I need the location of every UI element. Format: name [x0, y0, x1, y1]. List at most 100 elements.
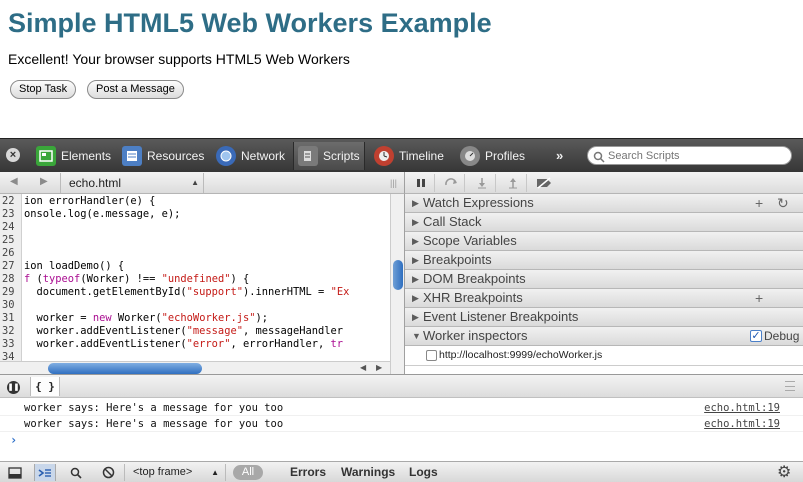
- pane-event-listener-breakpoints[interactable]: ▶ Event Listener Breakpoints: [405, 308, 803, 327]
- triangle-right-icon[interactable]: ▶: [412, 194, 419, 212]
- worker-list-item[interactable]: http://localhost:9999/echoWorker.js: [405, 346, 803, 365]
- triangle-right-icon[interactable]: ▶: [412, 251, 419, 269]
- inspect-icon[interactable]: [66, 464, 86, 481]
- back-arrow-icon[interactable]: ◀: [10, 176, 18, 187]
- tab-label: Elements: [61, 149, 112, 163]
- filter-logs[interactable]: Logs: [409, 465, 438, 480]
- pane-title: DOM Breakpoints: [423, 271, 526, 286]
- console-source-link[interactable]: echo.html:19: [704, 416, 780, 432]
- debugger-controls: [404, 172, 803, 194]
- triangle-right-icon[interactable]: ▶: [412, 232, 419, 250]
- code-vertical-scrollbar[interactable]: [390, 194, 404, 374]
- line-number[interactable]: 22: [2, 195, 20, 208]
- checkbox-checked-icon[interactable]: ✓: [750, 330, 762, 342]
- line-number[interactable]: 28: [2, 273, 20, 286]
- code-token: "support": [186, 286, 243, 298]
- code-horizontal-scrollbar[interactable]: ◀ ▶: [0, 361, 390, 374]
- pane-call-stack[interactable]: ▶ Call Stack: [405, 213, 803, 232]
- pane-scope-variables[interactable]: ▶ Scope Variables: [405, 232, 803, 251]
- search-scripts-field[interactable]: [587, 146, 792, 165]
- status-bar: <top frame> ▲▼ All Errors Warnings Logs …: [0, 461, 803, 482]
- line-number[interactable]: 26: [2, 247, 20, 260]
- post-message-button[interactable]: Post a Message: [87, 80, 184, 99]
- pane-dom-breakpoints[interactable]: ▶ DOM Breakpoints: [405, 270, 803, 289]
- pane-resize-handle[interactable]: |||: [390, 178, 397, 188]
- pretty-print-button[interactable]: { }: [30, 377, 60, 396]
- more-tabs-icon[interactable]: »: [556, 148, 563, 163]
- triangle-down-icon[interactable]: ▼: [412, 327, 421, 345]
- add-icon[interactable]: +: [755, 194, 763, 212]
- console-toggle-icon[interactable]: [34, 464, 56, 481]
- tab-network[interactable]: Network: [212, 142, 289, 170]
- console-prompt[interactable]: ›: [10, 433, 17, 447]
- code-token: , errorHandler,: [230, 338, 331, 350]
- scrollbar-thumb[interactable]: [393, 260, 403, 290]
- profiles-icon: [460, 146, 480, 166]
- deactivate-breakpoints-button[interactable]: [530, 174, 558, 192]
- pane-title: Watch Expressions: [423, 195, 534, 210]
- triangle-right-icon[interactable]: ▶: [412, 289, 419, 307]
- debug-worker-toggle[interactable]: ✓ Debug: [750, 329, 799, 343]
- add-icon[interactable]: +: [755, 289, 763, 307]
- filter-warnings[interactable]: Warnings: [341, 465, 395, 480]
- gear-icon[interactable]: ⚙: [777, 464, 791, 481]
- line-number[interactable]: 33: [2, 338, 20, 351]
- line-number[interactable]: 30: [2, 299, 20, 312]
- line-number[interactable]: 31: [2, 312, 20, 325]
- console-source-link[interactable]: echo.html:19: [704, 400, 780, 416]
- tab-profiles[interactable]: Profiles: [456, 142, 529, 170]
- devtools-toolbar: × Elements Resources Network Scripts Tim…: [0, 138, 803, 172]
- pane-breakpoints[interactable]: ▶ Breakpoints: [405, 251, 803, 270]
- filter-errors[interactable]: Errors: [290, 465, 326, 480]
- forward-arrow-icon[interactable]: ▶: [40, 176, 48, 187]
- clear-console-icon[interactable]: [98, 464, 118, 481]
- refresh-icon[interactable]: ↻: [777, 194, 789, 212]
- scroll-left-icon[interactable]: ◀: [360, 362, 366, 374]
- script-file-select[interactable]: echo.html ▲▼: [60, 173, 204, 207]
- filter-all[interactable]: All: [233, 465, 263, 480]
- code-token: new: [92, 312, 112, 324]
- pane-worker-inspectors[interactable]: ▼ Worker inspectors: [405, 327, 803, 346]
- pause-on-exceptions-icon[interactable]: ❚❚: [7, 381, 20, 394]
- timeline-icon: [374, 146, 394, 166]
- tab-elements[interactable]: Elements: [32, 142, 115, 170]
- source-code-view[interactable]: 22 ion errorHandler(e) {23 onsole.log(e.me…: [0, 194, 390, 374]
- tab-timeline[interactable]: Timeline: [370, 142, 448, 170]
- worker-checkbox[interactable]: [426, 350, 437, 361]
- pause-button[interactable]: [407, 174, 435, 192]
- step-into-button[interactable]: [468, 174, 496, 192]
- code-token: "message": [186, 325, 243, 337]
- step-out-button[interactable]: [499, 174, 527, 192]
- console-message: worker says: Here's a message for you to…: [0, 400, 803, 416]
- code-token: document.getElementById(: [24, 286, 187, 298]
- scroll-right-icon[interactable]: ▶: [376, 362, 382, 374]
- line-number[interactable]: 29: [2, 286, 20, 299]
- pane-xhr-breakpoints[interactable]: ▶ XHR Breakpoints +: [405, 289, 803, 308]
- resources-icon: [122, 146, 142, 166]
- tab-resources[interactable]: Resources: [118, 142, 208, 170]
- stop-task-button[interactable]: Stop Task: [10, 80, 77, 99]
- code-token: "echoWorker.js": [161, 312, 256, 324]
- sidebar-bottom-space: [405, 365, 803, 374]
- line-number[interactable]: 23: [2, 208, 20, 221]
- pane-watch-expressions[interactable]: ▶ Watch Expressions + ↻: [405, 194, 803, 213]
- line-number[interactable]: 27: [2, 260, 20, 273]
- search-input[interactable]: [608, 149, 786, 163]
- close-devtools-icon[interactable]: ×: [6, 148, 20, 162]
- frame-select[interactable]: <top frame> ▲▼: [124, 464, 226, 481]
- triangle-right-icon[interactable]: ▶: [412, 213, 419, 231]
- code-token: worker.addEventListener(: [24, 325, 187, 337]
- dock-icon[interactable]: [6, 464, 24, 481]
- pane-title: Breakpoints: [423, 252, 492, 267]
- triangle-right-icon[interactable]: ▶: [412, 308, 419, 326]
- scrollbar-thumb[interactable]: [48, 363, 202, 374]
- line-number[interactable]: 24: [2, 221, 20, 234]
- step-over-button[interactable]: [437, 174, 465, 192]
- pane-title: Worker inspectors: [423, 328, 528, 343]
- worker-url: http://localhost:9999/echoWorker.js: [439, 349, 603, 361]
- line-number[interactable]: 32: [2, 325, 20, 338]
- console-resize-grip[interactable]: [785, 381, 795, 391]
- line-number[interactable]: 25: [2, 234, 20, 247]
- tab-scripts[interactable]: Scripts: [293, 142, 365, 170]
- triangle-right-icon[interactable]: ▶: [412, 270, 419, 288]
